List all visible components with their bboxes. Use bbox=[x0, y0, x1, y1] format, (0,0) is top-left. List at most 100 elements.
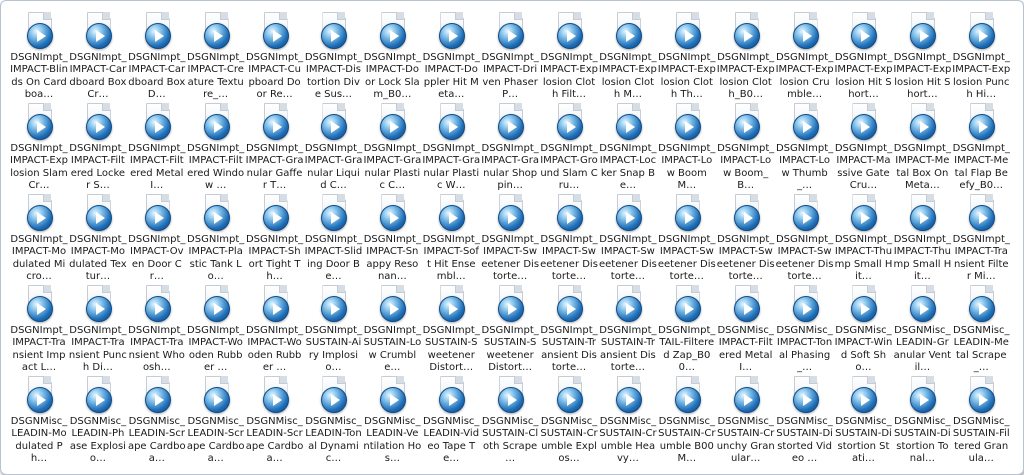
file-item[interactable]: DSGNImpt_IMPACT-Sweetener Distorte… bbox=[599, 193, 657, 284]
file-item[interactable]: DSGNImpt_IMPACT-Sweetener Distorte… bbox=[658, 193, 716, 284]
file-item[interactable]: DSGNImpt_IMPACT-Oven Door Cr… bbox=[128, 193, 186, 284]
file-name-label: DSGNImpt_IMPACT-Granular Shoppin… bbox=[481, 143, 540, 192]
audio-file-icon bbox=[374, 103, 410, 143]
file-item[interactable]: DSGNImpt_IMPACT-Explosion Hit Short… bbox=[893, 11, 951, 102]
file-item[interactable]: DSGNImpt_IMPACT-Filtered Window … bbox=[187, 102, 245, 193]
file-item[interactable]: DSGNMisc_LEADIN-Tonal Dynamic… bbox=[304, 375, 362, 466]
file-item[interactable]: DSGNMisc_LEADIN-Scrape Cardboa… bbox=[246, 375, 304, 466]
file-item[interactable]: DSGNMisc_SUSTAIN-Crumble B00M… bbox=[658, 375, 716, 466]
file-item[interactable]: DSGNImpt_IMPACT-Door Lock Slam_B0… bbox=[363, 11, 421, 102]
file-item[interactable]: DSGNImpt_IMPACT-Explosion Cloth Filt… bbox=[540, 11, 598, 102]
file-item[interactable]: DSGNImpt_IMPACT-Cardboard Box Cr… bbox=[69, 11, 127, 102]
file-item[interactable]: DSGNImpt_IMPACT-Short Tight Th… bbox=[246, 193, 304, 284]
file-item[interactable]: DSGNImpt_IMPACT-Driven Phaser P… bbox=[481, 11, 539, 102]
file-item[interactable]: DSGNImpt_IMPACT-Low Boom_B… bbox=[717, 102, 775, 193]
file-item[interactable]: DSGNMisc_SUSTAIN-Filtered Granula… bbox=[952, 375, 1010, 466]
file-item[interactable]: DSGNImpt_IMPACT-Locker Snap Be… bbox=[599, 102, 657, 193]
file-item[interactable]: DSGNImpt_IMPACT-Blinds On Cardboa… bbox=[10, 11, 68, 102]
audio-file-icon bbox=[80, 12, 116, 52]
file-item[interactable]: DSGNImpt_IMPACT-Thump Small Hit… bbox=[893, 193, 951, 284]
file-item[interactable]: DSGNImpt_SUSTAIN-Transient Distorte… bbox=[599, 284, 657, 375]
file-item[interactable]: DSGNImpt_IMPACT-Explosion Cloth M… bbox=[599, 11, 657, 102]
file-item[interactable]: DSGNMisc_SUSTAIN-Distortion Stati… bbox=[834, 375, 892, 466]
file-item[interactable]: DSGNImpt_SUSTAIN-Low Crumble… bbox=[363, 284, 421, 375]
file-name-label: DSGNImpt_IMPACT-Metal Flap Beefy_B0… bbox=[952, 143, 1010, 192]
file-item[interactable]: DSGNImpt_IMPACT-Granular Liquid C… bbox=[304, 102, 362, 193]
file-item[interactable]: DSGNImpt_SUSTAIN-Sweetener Distort… bbox=[422, 284, 480, 375]
file-item[interactable]: DSGNMisc_IMPACT-Filtered Metal I… bbox=[717, 284, 775, 375]
file-item[interactable]: DSGNImpt_IMPACT-Wooden Rubber … bbox=[246, 284, 304, 375]
file-item[interactable]: DSGNImpt_IMPACT-Explosion Slam Cr… bbox=[10, 102, 68, 193]
file-item[interactable]: DSGNMisc_IMPACT-Wind Soft Sho… bbox=[834, 284, 892, 375]
file-item[interactable]: DSGNImpt_IMPACT-Sweetener Distorte… bbox=[481, 193, 539, 284]
file-item[interactable]: DSGNImpt_TAIL-Filtered Zap_B00… bbox=[658, 284, 716, 375]
audio-file-icon bbox=[198, 376, 234, 416]
file-item[interactable]: DSGNImpt_IMPACT-Low Thumb_… bbox=[776, 102, 834, 193]
file-item[interactable]: DSGNImpt_IMPACT-Low Boom M… bbox=[658, 102, 716, 193]
file-item[interactable]: DSGNImpt_IMPACT-Sliding Door Be… bbox=[304, 193, 362, 284]
file-item[interactable]: DSGNImpt_SUSTAIN-Sweetener Distort… bbox=[481, 284, 539, 375]
file-item[interactable]: DSGNMisc_IMPACT-Tonal Phasing_… bbox=[776, 284, 834, 375]
file-item[interactable]: DSGNImpt_IMPACT-Sweetener Distorte… bbox=[776, 193, 834, 284]
file-item[interactable]: DSGNImpt_IMPACT-Sweetener Distorte… bbox=[540, 193, 598, 284]
file-item[interactable]: DSGNImpt_IMPACT-Explosion Punch Hi… bbox=[952, 11, 1010, 102]
file-item[interactable]: DSGNImpt_IMPACT-Metal Flap Beefy_B0… bbox=[952, 102, 1010, 193]
file-item[interactable]: DSGNImpt_IMPACT-Plastic Tank Lo… bbox=[187, 193, 245, 284]
file-item[interactable]: DSGNImpt_IMPACT-Snappy Resonan… bbox=[363, 193, 421, 284]
file-item[interactable]: DSGNImpt_IMPACT-Explosion Cloth_B0… bbox=[717, 11, 775, 102]
file-item[interactable]: DSGNMisc_SUSTAIN-Distortion Tonal… bbox=[893, 375, 951, 466]
file-item[interactable]: DSGNImpt_IMPACT-Granular Plastic W… bbox=[422, 102, 480, 193]
audio-file-icon bbox=[374, 12, 410, 52]
file-name-label: DSGNImpt_IMPACT-Sweetener Distorte… bbox=[481, 234, 540, 283]
audio-file-icon bbox=[787, 285, 823, 325]
file-item[interactable]: DSGNImpt_IMPACT-Granular Shoppin… bbox=[481, 102, 539, 193]
file-item[interactable]: DSGNMisc_SUSTAIN-Cloth Scrape … bbox=[481, 375, 539, 466]
file-item[interactable]: DSGNImpt_IMPACT-Modulated Textur… bbox=[69, 193, 127, 284]
file-item[interactable]: DSGNImpt_IMPACT-Filtered Metal I… bbox=[128, 102, 186, 193]
file-item[interactable]: DSGNImpt_IMPACT-Metal Box On Meta… bbox=[893, 102, 951, 193]
file-item[interactable]: DSGNImpt_IMPACT-Sweetener Distorte… bbox=[717, 193, 775, 284]
file-item[interactable]: DSGNImpt_IMPACT-Thump Small Hit… bbox=[834, 193, 892, 284]
file-item[interactable]: DSGNImpt_IMPACT-Soft Hit Ensembl… bbox=[422, 193, 480, 284]
file-item[interactable]: DSGNMisc_LEADIN-Video Tape Te… bbox=[422, 375, 480, 466]
audio-file-icon bbox=[904, 103, 940, 143]
file-item[interactable]: DSGNMisc_LEADIN-Modulated Ph… bbox=[10, 375, 68, 466]
file-item[interactable]: DSGNMisc_LEADIN-Phase Explosio… bbox=[69, 375, 127, 466]
file-item[interactable]: DSGNImpt_IMPACT-Creature Texture_… bbox=[187, 11, 245, 102]
file-item[interactable]: DSGNImpt_IMPACT-Distortion Dive Sus… bbox=[304, 11, 362, 102]
file-name-label: DSGNImpt_IMPACT-Explosion Slam Cr… bbox=[10, 143, 68, 192]
file-item[interactable]: DSGNMisc_SUSTAIN-Crumble Heavy… bbox=[599, 375, 657, 466]
file-item[interactable]: DSGNMisc_LEADIN-Metal Scrape_… bbox=[952, 284, 1010, 375]
file-item[interactable]: DSGNImpt_SUSTAIN-Airy Implosio… bbox=[304, 284, 362, 375]
file-item[interactable]: DSGNImpt_IMPACT-Filtered Locker S… bbox=[69, 102, 127, 193]
file-item[interactable]: DSGNMisc_LEADIN-Granular Ventil… bbox=[893, 284, 951, 375]
file-item[interactable]: DSGNMisc_LEADIN-Ventilation Hos… bbox=[363, 375, 421, 466]
file-item[interactable]: DSGNImpt_IMPACT-Transient Punch Di… bbox=[69, 284, 127, 375]
file-item[interactable]: DSGNImpt_IMPACT-Doppler Hit Meta… bbox=[422, 11, 480, 102]
file-name-label: DSGNImpt_IMPACT-Transient Punch Di… bbox=[68, 325, 127, 374]
audio-file-icon bbox=[139, 103, 175, 143]
file-item[interactable]: DSGNImpt_IMPACT-Transient Filter Mi… bbox=[952, 193, 1010, 284]
file-item[interactable]: DSGNImpt_IMPACT-Granular Plastic C… bbox=[363, 102, 421, 193]
file-item[interactable]: DSGNImpt_IMPACT-Explosion Hit Short… bbox=[834, 11, 892, 102]
file-item[interactable]: DSGNImpt_IMPACT-Massive Gate Cru… bbox=[834, 102, 892, 193]
file-item[interactable]: DSGNImpt_IMPACT-Transient Impact L… bbox=[10, 284, 68, 375]
file-item[interactable]: DSGNMisc_SUSTAIN-Crumble Explos… bbox=[540, 375, 598, 466]
audio-file-icon bbox=[845, 12, 881, 52]
file-item[interactable]: DSGNImpt_IMPACT-Explosion Crumble… bbox=[776, 11, 834, 102]
file-item[interactable]: DSGNImpt_IMPACT-Wooden Rubber … bbox=[187, 284, 245, 375]
file-item[interactable]: DSGNMisc_LEADIN-Scrape Cardboa… bbox=[187, 375, 245, 466]
file-name-label: DSGNImpt_IMPACT-Granular Liquid C… bbox=[304, 143, 363, 192]
file-item[interactable]: DSGNImpt_IMPACT-Cupboard Door Re… bbox=[246, 11, 304, 102]
file-item[interactable]: DSGNMisc_LEADIN-Scrape Cardboa… bbox=[128, 375, 186, 466]
file-item[interactable]: DSGNMisc_SUSTAIN-Distorted Video … bbox=[776, 375, 834, 466]
file-item[interactable]: DSGNMisc_SUSTAIN-Crunchy Granular… bbox=[717, 375, 775, 466]
file-item[interactable]: DSGNImpt_IMPACT-Modulated Micro… bbox=[10, 193, 68, 284]
file-item[interactable]: DSGNImpt_SUSTAIN-Transient Distorte… bbox=[540, 284, 598, 375]
file-item[interactable]: DSGNImpt_IMPACT-Transient Whoosh… bbox=[128, 284, 186, 375]
file-item[interactable]: DSGNImpt_IMPACT-Cardboard Box D… bbox=[128, 11, 186, 102]
file-item[interactable]: DSGNImpt_IMPACT-Explosion Cloth Th… bbox=[658, 11, 716, 102]
file-item[interactable]: DSGNImpt_IMPACT-Ground Slam Cru… bbox=[540, 102, 598, 193]
file-item[interactable]: DSGNImpt_IMPACT-Granular Gaffer T… bbox=[246, 102, 304, 193]
audio-file-icon bbox=[669, 194, 705, 234]
